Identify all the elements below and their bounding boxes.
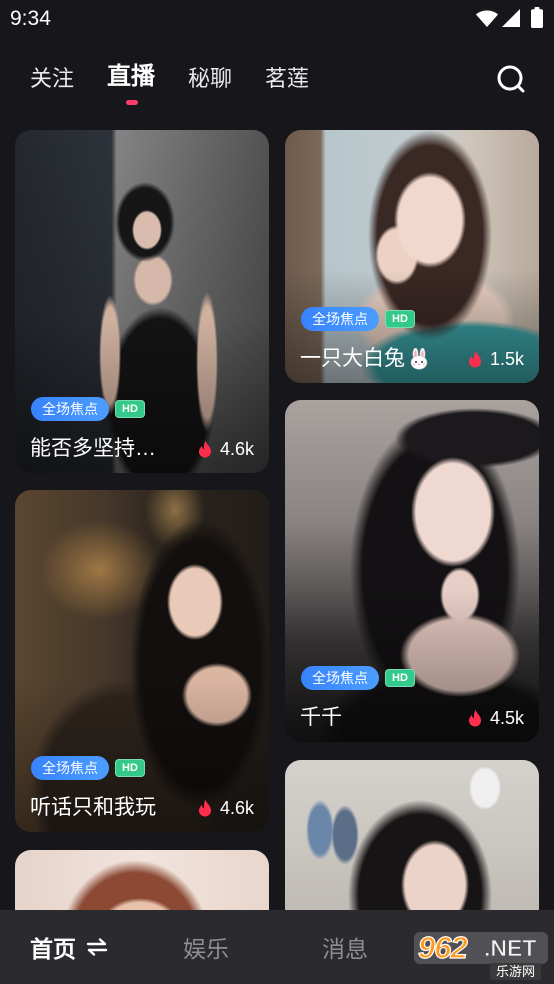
battery-icon xyxy=(531,7,543,28)
stream-title-text: 能否多坚持… xyxy=(30,437,156,460)
nav-home-label: 首页 xyxy=(30,936,76,962)
stream-card[interactable]: 全场焦点 HD 能否多坚持… 4.6k xyxy=(15,130,269,473)
tab-minglian[interactable]: 茗莲 xyxy=(265,64,309,94)
stream-title-text: 一只大白兔 xyxy=(300,347,405,370)
viewer-count: 4.5k xyxy=(468,704,524,732)
watermark-subtitle: 乐游网 xyxy=(490,963,542,980)
stream-card[interactable]: 全场焦点 HD 千千 4.5k xyxy=(285,400,539,742)
stream-badges: 全场焦点 HD xyxy=(31,397,145,421)
switch-icon[interactable] xyxy=(86,938,108,956)
hd-badge: HD xyxy=(115,759,145,777)
stream-card[interactable]: 全场焦点 HD 一只大白兔 1.5k xyxy=(285,130,539,383)
tab-private-chat[interactable]: 秘聊 xyxy=(188,64,232,94)
focus-badge: 全场焦点 xyxy=(301,666,379,690)
tab-live[interactable]: 直播 xyxy=(107,62,155,92)
focus-badge: 全场焦点 xyxy=(31,756,109,780)
focus-badge: 全场焦点 xyxy=(301,307,379,331)
stream-title-text: 听话只和我玩 xyxy=(30,796,156,819)
top-tab-bar: 关注 直播 秘聊 茗莲 xyxy=(0,50,554,110)
stream-title: 一只大白兔 xyxy=(300,345,430,373)
stream-title: 千千 xyxy=(300,704,342,732)
nav-entertainment-label: 娱乐 xyxy=(183,936,229,962)
watermark-number: 962 xyxy=(417,929,468,965)
nav-messages[interactable]: 消息 xyxy=(322,910,368,984)
stream-badges: 全场焦点 HD xyxy=(301,307,415,331)
viewer-count: 4.6k xyxy=(198,794,254,822)
nav-entertainment[interactable]: 娱乐 xyxy=(183,910,229,984)
fire-icon xyxy=(198,799,211,817)
stream-title-text: 千千 xyxy=(300,706,342,729)
fire-icon xyxy=(198,440,211,458)
hd-badge: HD xyxy=(385,669,415,687)
viewer-count: 1.5k xyxy=(468,345,524,373)
viewer-count-value: 1.5k xyxy=(489,348,524,369)
wifi-icon xyxy=(476,10,498,27)
stream-badges: 全场焦点 HD xyxy=(31,756,145,780)
hd-badge: HD xyxy=(115,400,145,418)
viewer-count-value: 4.6k xyxy=(219,797,254,818)
status-time: 9:34 xyxy=(10,7,51,30)
watermark-suffix: .NET xyxy=(484,935,537,962)
status-bar: 9:34 xyxy=(0,0,554,38)
stream-title: 能否多坚持… xyxy=(30,435,156,463)
search-button[interactable] xyxy=(496,64,526,94)
focus-badge: 全场焦点 xyxy=(31,397,109,421)
search-icon xyxy=(497,65,525,93)
nav-messages-label: 消息 xyxy=(322,936,368,962)
fire-icon xyxy=(468,709,481,727)
tab-follow[interactable]: 关注 xyxy=(30,64,74,94)
nav-home[interactable]: 首页 xyxy=(30,910,108,984)
viewer-count: 4.6k xyxy=(198,435,254,463)
stream-card[interactable]: 全场焦点 HD 听话只和我玩 4.6k xyxy=(15,490,269,832)
stream-badges: 全场焦点 HD xyxy=(301,666,415,690)
viewer-count-value: 4.6k xyxy=(219,438,254,459)
rabbit-face-icon xyxy=(410,348,428,370)
viewer-count-value: 4.5k xyxy=(489,707,524,728)
stream-title: 听话只和我玩 xyxy=(30,794,156,822)
watermark-logo: 962 .NET 乐游网 xyxy=(414,929,552,982)
hd-badge: HD xyxy=(385,310,415,328)
signal-icon xyxy=(502,9,520,27)
fire-icon xyxy=(468,350,481,368)
active-tab-indicator xyxy=(126,100,138,105)
